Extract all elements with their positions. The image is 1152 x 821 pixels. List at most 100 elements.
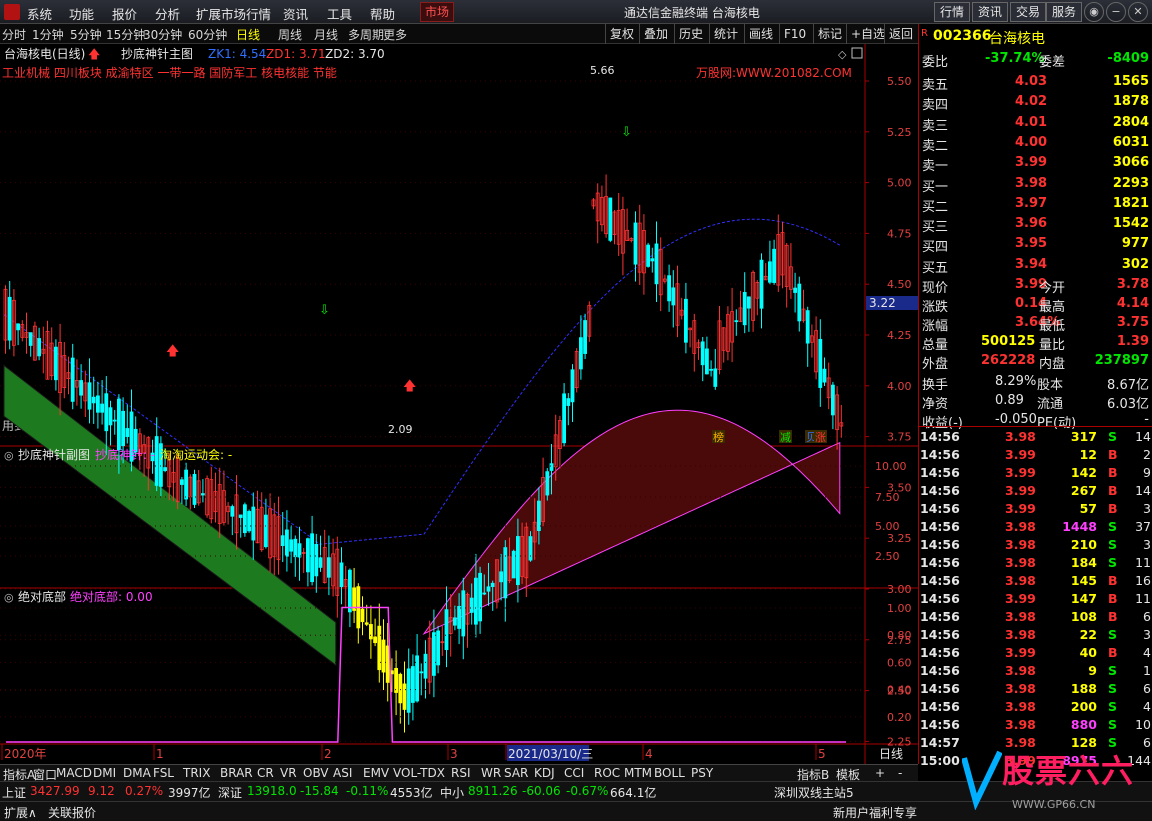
indicator-tab-14[interactable]: RSI — [451, 766, 471, 780]
toolbar-button-3[interactable]: 统计 — [709, 24, 742, 44]
indicator-tab-17[interactable]: KDJ — [534, 766, 555, 780]
quote-panel: R 002366 台海核电 委比 -37.74% 委差 -8409 卖五 4.03 1565 卖四 4… — [918, 24, 1152, 768]
indicator-tab-19[interactable]: ROC — [594, 766, 620, 780]
related-quote-button[interactable]: 关联报价 — [48, 804, 96, 821]
candle-body — [831, 384, 835, 416]
menu-extended-market[interactable]: 扩展市场行情 — [196, 4, 271, 23]
candle-body — [280, 535, 285, 546]
indicator-tab-4[interactable]: DMA — [123, 766, 151, 780]
tick-row: 14:56 3.98 108 B 6 — [919, 608, 1152, 626]
indicator-tab-6[interactable]: TRIX — [183, 766, 210, 780]
sz-label: 深证 — [218, 786, 243, 800]
period-tab-5[interactable]: 60分钟 — [188, 26, 227, 43]
market-button[interactable]: 市场 — [420, 2, 454, 22]
period-tab-3[interactable]: 15分钟 — [106, 26, 145, 43]
indicator-tab-16[interactable]: SAR — [504, 766, 528, 780]
period-tab-1[interactable]: 1分钟 — [32, 26, 64, 43]
expand-button[interactable]: 扩展∧ — [4, 804, 37, 821]
app-logo-icon — [4, 4, 20, 20]
toolbar-button-0[interactable]: 复权 — [605, 24, 638, 44]
stat-value: 1.39 — [1116, 334, 1149, 349]
indicator-tab-right-2[interactable]: + — [875, 766, 885, 780]
btn-news[interactable]: 资讯 — [972, 2, 1009, 22]
indicator-tab-7[interactable]: BRAR — [220, 766, 253, 780]
candle-body — [242, 504, 247, 534]
orderbook-row: 买四 3.95 977 — [919, 235, 1152, 255]
toolbar-button-1[interactable]: 叠加 — [639, 24, 672, 44]
indicator-tab-13[interactable]: VOL-TDX — [393, 766, 445, 780]
news-link[interactable]: 新用户福利专享 — [833, 804, 917, 821]
indicator-tab-2[interactable]: MACD — [56, 766, 92, 780]
btn-service[interactable]: 服务 — [1046, 2, 1083, 22]
indicator-tab-right-3[interactable]: - — [898, 766, 902, 780]
indicator-tab-22[interactable]: PSY — [691, 766, 713, 780]
menu-analysis[interactable]: 分析 — [155, 4, 180, 23]
indicator-tab-18[interactable]: CCI — [564, 766, 584, 780]
sz-change: -15.84 — [300, 784, 339, 798]
candle-body — [511, 550, 516, 579]
menu-function[interactable]: 功能 — [69, 4, 94, 23]
minimize-icon[interactable]: − — [1106, 2, 1126, 22]
sub1-y-label: 5.00 — [875, 520, 900, 533]
sub2-y-label: 1.00 — [887, 602, 912, 615]
indicator-tab-5[interactable]: FSL — [153, 766, 174, 780]
candle-body — [385, 645, 390, 683]
toolbar-button-4[interactable]: 画线 — [744, 24, 777, 44]
toolbar-button-5[interactable]: F10 — [779, 24, 810, 44]
period-tab-4[interactable]: 30分钟 — [143, 26, 182, 43]
y-tick-label: 5.00 — [887, 177, 912, 190]
period-tab-8[interactable]: 月线 — [314, 26, 338, 43]
tick-row: 14:56 3.98 184 S 11 — [919, 554, 1152, 572]
indicator-tab-10[interactable]: OBV — [303, 766, 329, 780]
btn-trade[interactable]: 交易 — [1010, 2, 1047, 22]
period-tab-9[interactable]: 多周期 — [348, 26, 384, 43]
menu-help[interactable]: 帮助 — [370, 4, 395, 23]
toolbar-button-8[interactable]: 返回 — [884, 24, 917, 44]
candle-body — [793, 287, 797, 293]
indicator-tab-12[interactable]: EMV — [363, 766, 389, 780]
period-tab-6[interactable]: 日线 — [236, 26, 260, 43]
candle-body — [373, 636, 378, 644]
stat-label: 今开 — [1039, 281, 1066, 296]
candle-body — [347, 569, 352, 613]
settings-icon[interactable]: ◉ — [1084, 2, 1104, 22]
tick-volume: 108 — [1070, 609, 1097, 624]
btn-quotes[interactable]: 行情 — [934, 2, 971, 22]
candle-body — [247, 511, 252, 532]
toolbar-button-6[interactable]: 标记 — [813, 24, 846, 44]
indicator-tab-11[interactable]: ASI — [333, 766, 352, 780]
toolbar-button-7[interactable]: +自选 — [846, 24, 889, 44]
candle-body — [528, 536, 533, 561]
tick-price: 3.98 — [1005, 627, 1036, 642]
zd1-value: ZD1: 3.71 — [266, 47, 326, 61]
server-name[interactable]: 深圳双线主站5 — [774, 784, 854, 801]
period-tab-10[interactable]: 更多 — [383, 26, 407, 43]
tick-price: 3.99 — [1005, 501, 1036, 516]
menu-news[interactable]: 资讯 — [283, 4, 308, 23]
indicator-tab-9[interactable]: VR — [280, 766, 297, 780]
stat-label: 外盘 — [922, 357, 949, 372]
orderbook-row: 卖二 4.00 6031 — [919, 134, 1152, 154]
fund-value: -0.050 — [995, 412, 1037, 427]
period-tab-0[interactable]: 分时 — [2, 26, 26, 43]
candle-body — [503, 547, 508, 599]
menu-tools[interactable]: 工具 — [327, 4, 352, 23]
window-title: 通达信金融终端 台海核电 — [624, 6, 760, 20]
stat-row: 总量 500125 量比 1.39 — [919, 333, 1152, 353]
menu-quote[interactable]: 报价 — [112, 4, 137, 23]
tick-price: 3.98 — [1005, 555, 1036, 570]
indicator-tab-8[interactable]: CR — [257, 766, 274, 780]
fund-value: - — [1144, 412, 1149, 427]
period-tab-2[interactable]: 5分钟 — [70, 26, 102, 43]
tick-time: 14:56 — [920, 591, 960, 606]
indicator-tab-20[interactable]: MTM — [624, 766, 652, 780]
period-tab-7[interactable]: 周线 — [278, 26, 302, 43]
indicator-tab-21[interactable]: BOLL — [654, 766, 685, 780]
orderbook-volume: 1821 — [1112, 195, 1149, 211]
toolbar-button-2[interactable]: 历史 — [674, 24, 707, 44]
menu-system[interactable]: 系统 — [27, 4, 52, 23]
indicator-tab-15[interactable]: WR — [481, 766, 501, 780]
close-icon[interactable]: ✕ — [1128, 2, 1148, 22]
indicator-tab-3[interactable]: DMI — [93, 766, 116, 780]
tick-volume: 57 — [1079, 501, 1097, 516]
